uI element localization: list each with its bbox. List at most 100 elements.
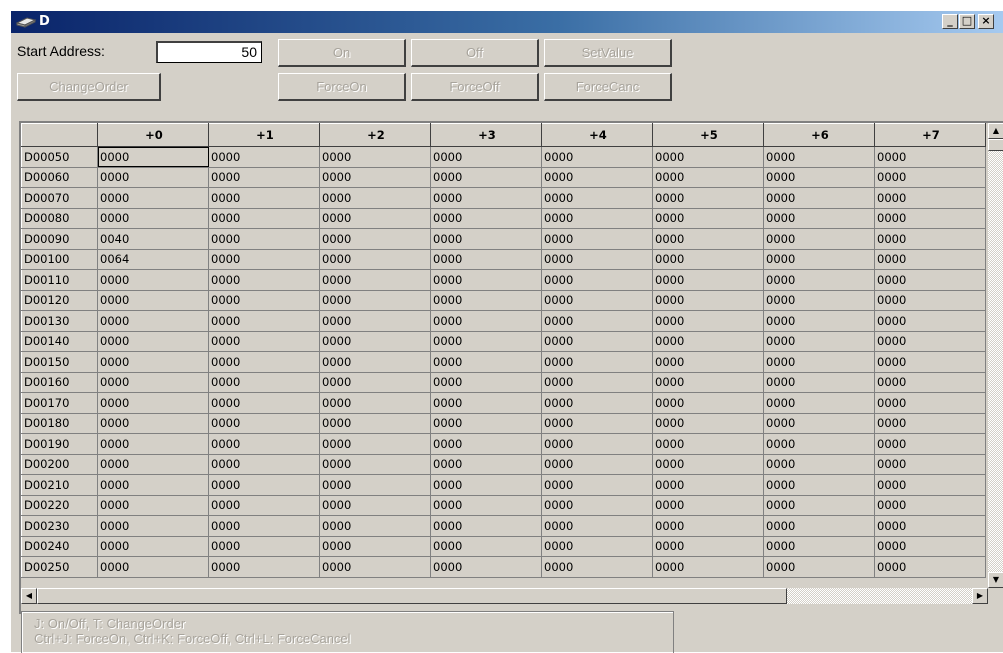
value-cell[interactable]: 0000 <box>874 208 986 229</box>
value-cell[interactable]: 0000 <box>541 249 653 270</box>
value-cell[interactable]: 0000 <box>541 290 653 311</box>
column-header[interactable]: +4 <box>541 123 653 147</box>
row-address[interactable]: D00050 <box>21 146 98 168</box>
row-address[interactable]: D00060 <box>21 167 98 188</box>
value-cell[interactable]: 0000 <box>763 372 875 393</box>
value-cell[interactable]: 0000 <box>430 392 542 414</box>
value-cell[interactable]: 0000 <box>541 187 653 209</box>
row-address[interactable]: D00080 <box>21 208 98 229</box>
value-cell[interactable]: 0000 <box>874 372 986 393</box>
forcecanc-button[interactable]: ForceCanc <box>544 73 672 101</box>
value-cell[interactable]: 0000 <box>319 249 431 270</box>
value-cell[interactable]: 0000 <box>763 208 875 229</box>
value-cell[interactable]: 0000 <box>319 413 431 434</box>
value-cell[interactable]: 0000 <box>763 495 875 516</box>
value-cell[interactable]: 0000 <box>319 351 431 373</box>
changeorder-button[interactable]: ChangeOrder <box>17 73 161 101</box>
value-cell[interactable]: 0000 <box>652 536 764 557</box>
value-cell[interactable]: 0000 <box>541 228 653 250</box>
row-address[interactable]: D00120 <box>21 290 98 311</box>
value-cell[interactable]: 0000 <box>319 556 431 578</box>
value-cell[interactable]: 0000 <box>541 536 653 557</box>
value-cell[interactable]: 0000 <box>430 556 542 578</box>
value-cell[interactable]: 0000 <box>208 290 320 311</box>
forceon-button[interactable]: ForceOn <box>278 73 406 101</box>
value-cell[interactable]: 0000 <box>763 536 875 557</box>
value-cell[interactable]: 0000 <box>652 515 764 537</box>
vertical-scroll-thumb[interactable] <box>988 139 1003 151</box>
value-cell[interactable]: 0000 <box>874 515 986 537</box>
row-address[interactable]: D00220 <box>21 495 98 516</box>
value-cell[interactable]: 0000 <box>763 269 875 291</box>
value-cell[interactable]: 0000 <box>541 433 653 455</box>
value-cell[interactable]: 0000 <box>541 146 653 168</box>
value-cell[interactable]: 0000 <box>208 187 320 209</box>
value-cell[interactable]: 0000 <box>319 208 431 229</box>
value-cell[interactable]: 0000 <box>652 413 764 434</box>
value-cell[interactable]: 0000 <box>763 310 875 332</box>
value-cell[interactable]: 0000 <box>430 351 542 373</box>
value-cell[interactable]: 0000 <box>652 290 764 311</box>
horizontal-scrollbar[interactable]: ◀ ▶ <box>21 588 988 604</box>
value-cell[interactable]: 0000 <box>652 331 764 352</box>
value-cell[interactable]: 0000 <box>763 392 875 414</box>
value-cell[interactable]: 0000 <box>541 454 653 475</box>
column-header[interactable]: +7 <box>874 123 986 147</box>
value-cell[interactable]: 0064 <box>97 249 209 270</box>
setvalue-button[interactable]: SetValue <box>544 39 672 67</box>
value-cell[interactable]: 0000 <box>874 187 986 209</box>
value-cell[interactable]: 0000 <box>97 515 209 537</box>
value-cell[interactable]: 0000 <box>874 433 986 455</box>
value-cell[interactable]: 0000 <box>430 249 542 270</box>
value-cell[interactable]: 0000 <box>874 454 986 475</box>
value-cell[interactable]: 0000 <box>874 228 986 250</box>
value-cell[interactable]: 0000 <box>874 269 986 291</box>
value-cell[interactable]: 0000 <box>430 515 542 537</box>
off-button[interactable]: Off <box>411 39 539 67</box>
value-cell[interactable]: 0000 <box>208 474 320 496</box>
value-cell[interactable]: 0000 <box>430 187 542 209</box>
value-cell[interactable]: 0000 <box>208 228 320 250</box>
value-cell[interactable]: 0000 <box>97 556 209 578</box>
value-cell[interactable]: 0000 <box>874 413 986 434</box>
value-cell[interactable]: 0000 <box>541 269 653 291</box>
column-header[interactable]: +5 <box>652 123 764 147</box>
scroll-left-icon[interactable]: ◀ <box>21 588 37 604</box>
value-cell[interactable]: 0000 <box>97 187 209 209</box>
value-cell[interactable]: 0000 <box>208 208 320 229</box>
value-cell[interactable]: 0000 <box>430 146 542 168</box>
value-cell[interactable]: 0000 <box>874 536 986 557</box>
value-cell[interactable]: 0000 <box>208 556 320 578</box>
value-cell[interactable]: 0000 <box>208 269 320 291</box>
value-cell[interactable]: 0000 <box>97 474 209 496</box>
value-cell[interactable]: 0000 <box>763 146 875 168</box>
value-cell[interactable]: 0000 <box>763 351 875 373</box>
value-cell[interactable]: 0000 <box>319 167 431 188</box>
value-cell[interactable]: 0000 <box>97 269 209 291</box>
value-cell[interactable]: 0000 <box>319 310 431 332</box>
value-cell[interactable]: 0000 <box>319 454 431 475</box>
value-cell[interactable]: 0000 <box>430 474 542 496</box>
start-address-input[interactable]: 50 <box>156 41 262 63</box>
value-cell[interactable]: 0000 <box>541 208 653 229</box>
value-cell[interactable]: 0000 <box>763 187 875 209</box>
value-cell[interactable]: 0000 <box>763 454 875 475</box>
value-cell[interactable]: 0000 <box>319 515 431 537</box>
value-cell[interactable]: 0000 <box>208 331 320 352</box>
value-cell[interactable]: 0000 <box>652 454 764 475</box>
value-cell[interactable]: 0000 <box>652 433 764 455</box>
row-address[interactable]: D00170 <box>21 392 98 414</box>
value-cell[interactable]: 0040 <box>97 228 209 250</box>
value-cell[interactable]: 0000 <box>97 413 209 434</box>
scroll-right-icon[interactable]: ▶ <box>972 588 988 604</box>
value-cell[interactable]: 0000 <box>874 495 986 516</box>
value-cell[interactable]: 0000 <box>430 290 542 311</box>
value-cell[interactable]: 0000 <box>541 474 653 496</box>
value-cell[interactable]: 0000 <box>874 331 986 352</box>
value-cell[interactable]: 0000 <box>874 556 986 578</box>
value-cell[interactable]: 0000 <box>763 515 875 537</box>
value-cell[interactable]: 0000 <box>319 290 431 311</box>
value-cell[interactable]: 0000 <box>208 433 320 455</box>
value-cell[interactable]: 0000 <box>319 474 431 496</box>
value-cell[interactable]: 0000 <box>97 372 209 393</box>
